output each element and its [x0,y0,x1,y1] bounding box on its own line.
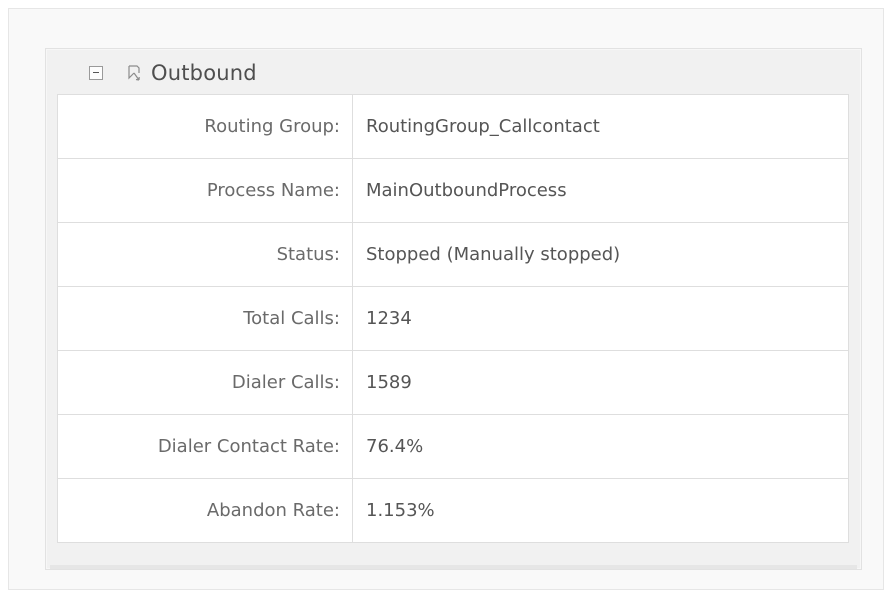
abandon-rate-value: 1.153% [352,478,849,543]
dialer-contact-rate-value: 76.4% [352,414,849,479]
table-row: Routing Group: RoutingGroup_Callcontact [57,94,849,159]
table-row: Dialer Calls: 1589 [57,350,849,415]
status-value: Stopped (Manually stopped) [352,222,849,287]
table-row: Abandon Rate: 1.153% [57,478,849,543]
total-calls-label: Total Calls: [57,286,353,351]
collapse-minus-icon[interactable] [89,66,103,80]
table-row: Status: Stopped (Manually stopped) [57,222,849,287]
dialer-calls-label: Dialer Calls: [57,350,353,415]
total-calls-value: 1234 [352,286,849,351]
routing-group-value: RoutingGroup_Callcontact [352,94,849,159]
table-row: Total Calls: 1234 [57,286,849,351]
outbound-group-header: Outbound [89,56,257,90]
process-name-value: MainOutboundProcess [352,158,849,223]
table-row: Process Name: MainOutboundProcess [57,158,849,223]
group-title: Outbound [151,61,257,85]
dialer-contact-rate-label: Dialer Contact Rate: [57,414,353,479]
dialer-calls-value: 1589 [352,350,849,415]
process-name-label: Process Name: [57,158,353,223]
routing-group-label: Routing Group: [57,94,353,159]
table-row: Dialer Contact Rate: 76.4% [57,414,849,479]
status-label: Status: [57,222,353,287]
properties-table: Routing Group: RoutingGroup_Callcontact … [57,94,849,543]
route-arrow-icon [126,64,142,82]
abandon-rate-label: Abandon Rate: [57,478,353,543]
